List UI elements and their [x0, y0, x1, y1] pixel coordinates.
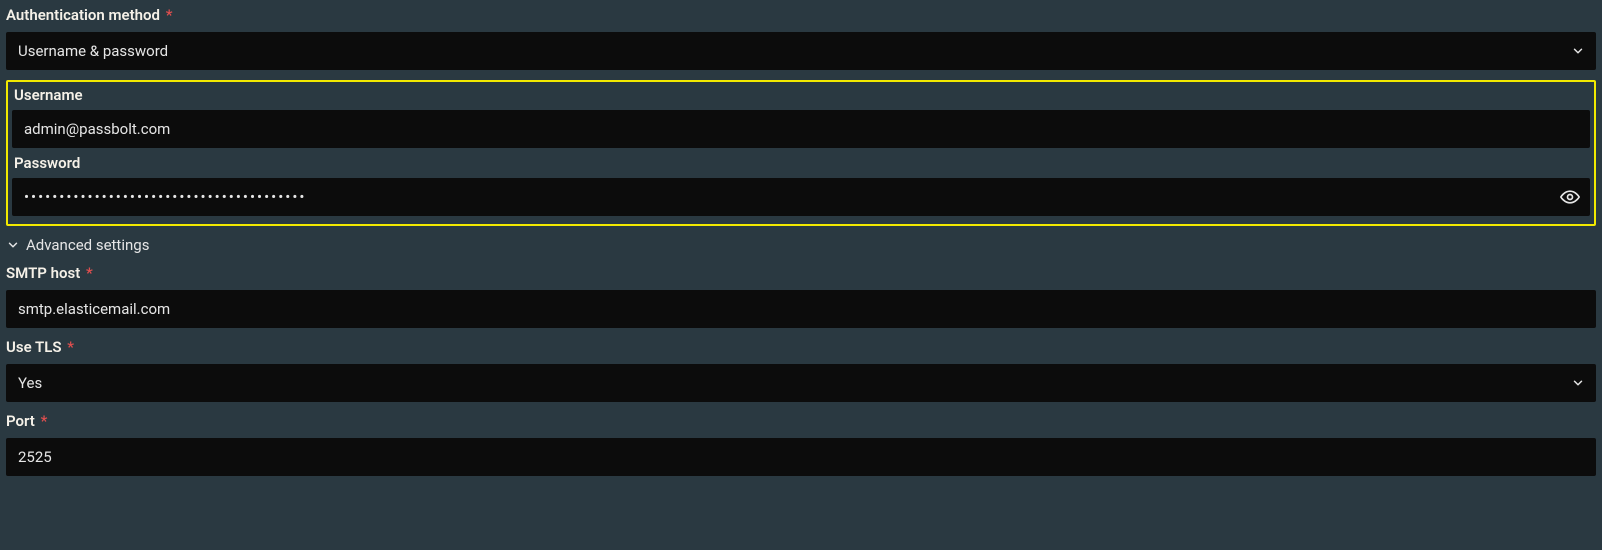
use-tls-field: Use TLS * Yes — [6, 338, 1596, 402]
credentials-highlight: Username Password — [6, 80, 1596, 226]
auth-method-label-text: Authentication method — [6, 6, 160, 24]
port-control[interactable] — [6, 438, 1596, 476]
use-tls-select[interactable]: Yes — [6, 364, 1596, 402]
port-label: Port * — [6, 412, 1596, 430]
password-label: Password — [12, 154, 1590, 172]
smtp-host-label-text: SMTP host — [6, 264, 80, 282]
use-tls-label: Use TLS * — [6, 338, 1596, 356]
advanced-settings-toggle[interactable]: Advanced settings — [6, 236, 1596, 254]
smtp-host-label: SMTP host * — [6, 264, 1596, 282]
use-tls-label-text: Use TLS — [6, 338, 61, 356]
chevron-down-icon[interactable] — [1560, 44, 1596, 58]
auth-method-select[interactable]: Username & password — [6, 32, 1596, 70]
password-input[interactable] — [12, 178, 1550, 216]
password-field: Password — [12, 154, 1590, 216]
password-control[interactable] — [12, 178, 1590, 216]
required-mark: * — [67, 338, 74, 356]
eye-icon[interactable] — [1550, 187, 1590, 207]
username-input[interactable] — [12, 110, 1590, 148]
advanced-settings-label: Advanced settings — [26, 236, 149, 254]
required-mark: * — [166, 6, 173, 24]
use-tls-value: Yes — [6, 364, 1560, 402]
port-input[interactable] — [6, 438, 1596, 476]
chevron-down-icon — [6, 238, 20, 252]
smtp-host-input[interactable] — [6, 290, 1596, 328]
chevron-down-icon[interactable] — [1560, 376, 1596, 390]
auth-method-value: Username & password — [6, 32, 1560, 70]
required-mark: * — [86, 264, 93, 282]
required-mark: * — [41, 412, 48, 430]
smtp-host-field: SMTP host * — [6, 264, 1596, 328]
port-field: Port * — [6, 412, 1596, 476]
auth-method-label: Authentication method * — [6, 6, 1596, 24]
auth-method-field: Authentication method * Username & passw… — [6, 6, 1596, 70]
username-field: Username — [12, 86, 1590, 148]
username-label: Username — [12, 86, 1590, 104]
smtp-host-control[interactable] — [6, 290, 1596, 328]
port-label-text: Port — [6, 412, 35, 430]
username-control[interactable] — [12, 110, 1590, 148]
